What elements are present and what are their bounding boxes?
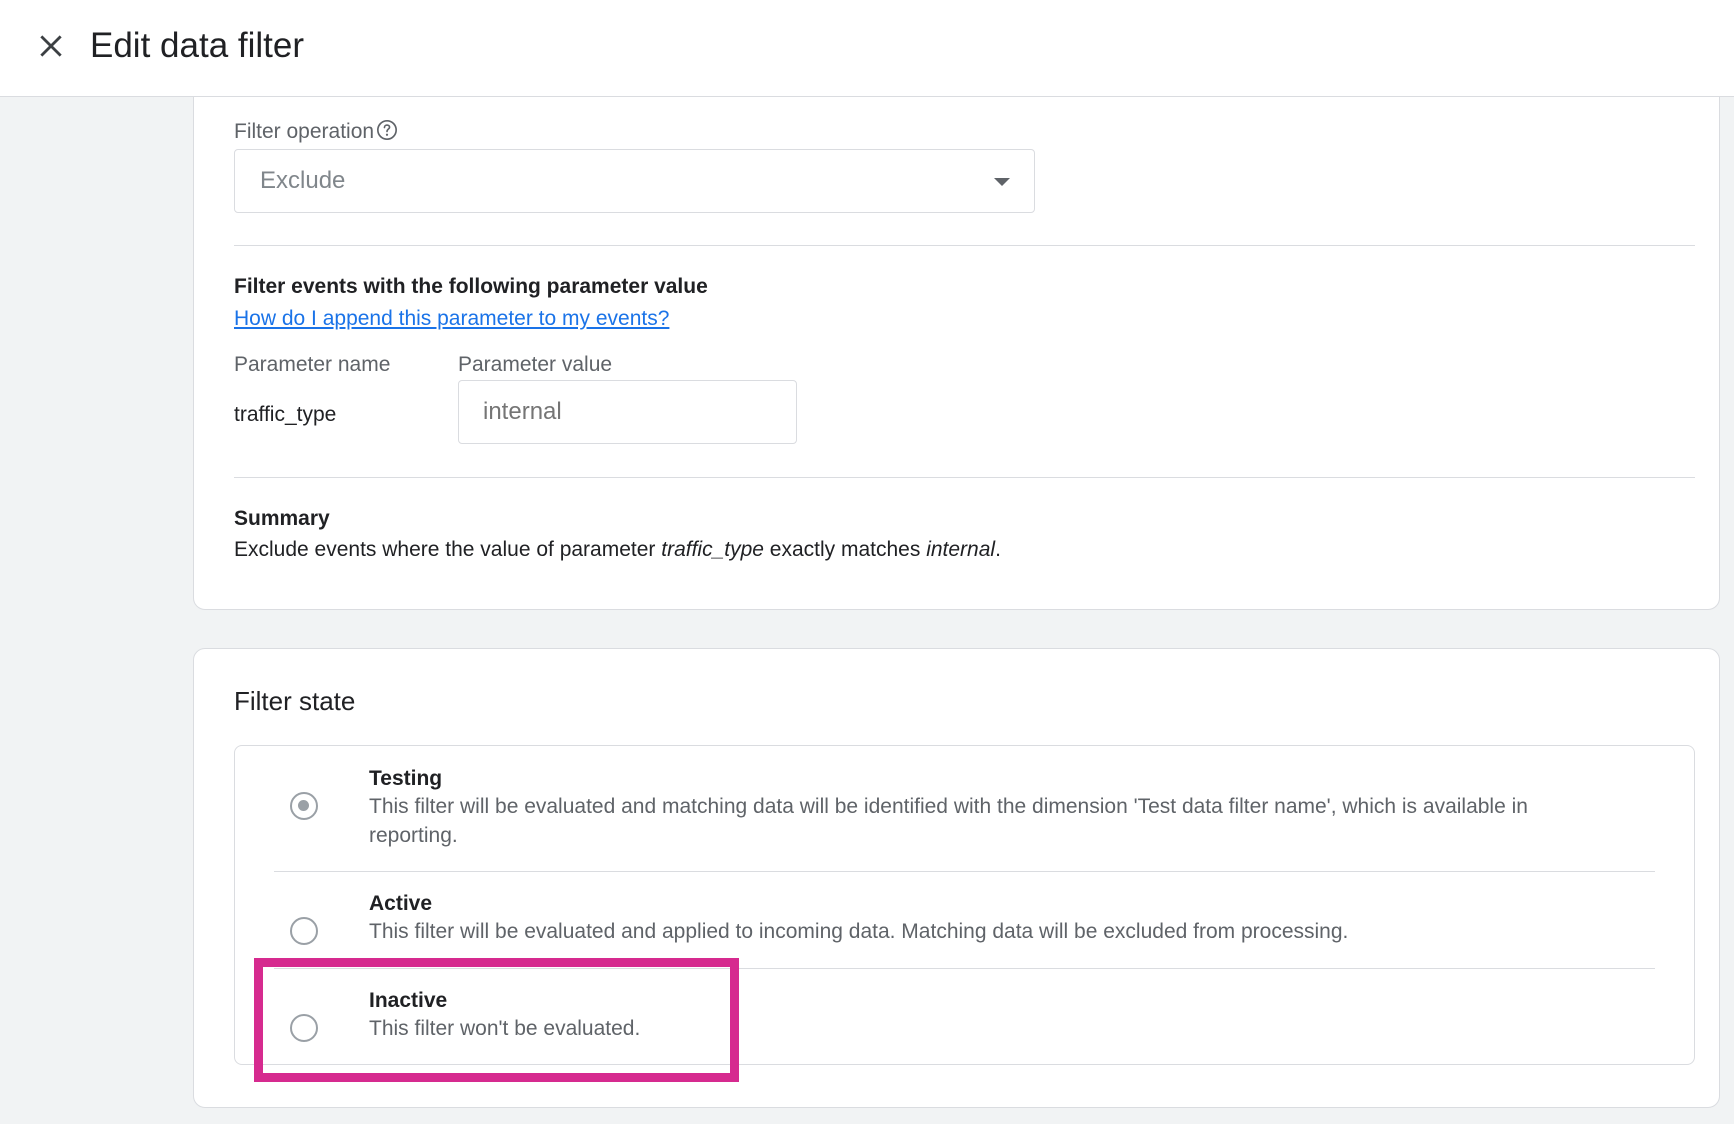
option-active[interactable]: Active This filter will be evaluated and… — [235, 872, 1694, 968]
summary-value: internal — [926, 538, 996, 561]
radio-active[interactable] — [290, 917, 318, 945]
option-inactive[interactable]: Inactive This filter won't be evaluated. — [235, 969, 1694, 1064]
radio-inactive[interactable] — [290, 1014, 318, 1042]
summary-param: traffic_type — [661, 538, 764, 561]
radio-selected-dot — [298, 800, 309, 811]
radio-testing[interactable] — [290, 792, 318, 820]
parameter-section-heading: Filter events with the following paramet… — [234, 275, 708, 298]
option-label: Active — [369, 892, 433, 915]
divider — [234, 245, 1695, 246]
divider — [234, 477, 1695, 478]
filter-state-options: Testing This filter will be evaluated an… — [234, 745, 1695, 1065]
param-name-value: traffic_type — [234, 403, 337, 426]
page-header: Edit data filter — [0, 0, 1734, 97]
close-button[interactable] — [30, 25, 72, 67]
dropdown-arrow-icon — [994, 178, 1010, 186]
filter-operation-select[interactable]: Exclude — [234, 149, 1035, 213]
filter-state-title: Filter state — [234, 686, 356, 716]
summary-text: Exclude events where the value of parame… — [234, 538, 1001, 561]
summary-heading: Summary — [234, 507, 330, 530]
option-label: Inactive — [369, 989, 448, 1012]
option-testing[interactable]: Testing This filter will be evaluated an… — [235, 746, 1694, 871]
param-name-header: Parameter name — [234, 353, 391, 376]
help-circle-icon[interactable] — [376, 119, 398, 141]
page-title: Edit data filter — [90, 26, 304, 65]
param-value-header: Parameter value — [458, 353, 613, 376]
param-value-input[interactable] — [458, 380, 797, 444]
close-icon — [40, 35, 62, 57]
option-description: This filter will be evaluated and applie… — [369, 920, 1349, 943]
filter-state-card: Filter state Testing This filter will be… — [193, 648, 1720, 1108]
filter-operation-label: Filter operation — [234, 119, 398, 144]
filter-details-card: Filter operation Exclude Filter events w… — [193, 97, 1720, 610]
option-description: This filter will be evaluated and matchi… — [369, 795, 1528, 847]
append-parameter-help-link[interactable]: How do I append this parameter to my eve… — [234, 307, 669, 331]
option-description: This filter won't be evaluated. — [369, 1017, 641, 1040]
option-label: Testing — [369, 767, 443, 790]
filter-operation-value: Exclude — [260, 167, 346, 194]
